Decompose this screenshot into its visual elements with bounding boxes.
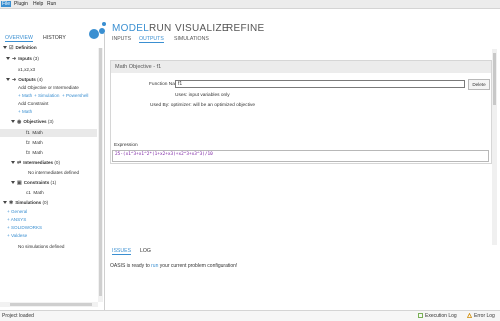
tree-constraints[interactable]: ▣ Constraints (1) bbox=[11, 180, 56, 186]
tab-overview[interactable]: OVERVIEW bbox=[5, 35, 33, 42]
add-valdese-link[interactable]: + Valdese bbox=[7, 233, 27, 238]
collapse-icon bbox=[6, 57, 10, 61]
scrollbar-thumb[interactable] bbox=[493, 53, 496, 105]
error-log-icon[interactable] bbox=[467, 313, 472, 318]
gear-icon: ✱ bbox=[9, 200, 14, 206]
no-intermediates-text: No intermediates defined bbox=[28, 170, 80, 175]
output-arrow-icon: ➜ bbox=[12, 77, 17, 83]
add-math-link[interactable]: + Math bbox=[18, 93, 32, 98]
swap-icon: ⇄ bbox=[17, 160, 22, 166]
expression-text[interactable]: 25-(x1^3+x1^2*(1+x2+x3)+x2^3+x3^3)/10 bbox=[115, 152, 213, 157]
checklist-icon: ☑ bbox=[9, 45, 14, 51]
input-arrow-icon: ➜ bbox=[12, 56, 17, 62]
tab-outputs[interactable]: OUTPUTS bbox=[139, 36, 164, 43]
execution-log-button[interactable]: Execution Log bbox=[425, 313, 457, 319]
tree-inputs[interactable]: ➜ Inputs (3) bbox=[6, 56, 39, 62]
tree-intermediates[interactable]: ⇄ Intermediates (0) bbox=[11, 160, 60, 166]
nav-model[interactable]: MODEL bbox=[112, 23, 149, 34]
main-vertical-scrollbar[interactable] bbox=[492, 49, 497, 245]
collapse-icon bbox=[6, 78, 10, 82]
expression-editor[interactable]: 25-(x1^3+x1^2*(1+x2+x3)+x2^3+x3^3)/10 bbox=[112, 150, 489, 162]
add-ansys-link[interactable]: + ANSYS bbox=[7, 217, 26, 222]
tab-inputs[interactable]: INPUTS bbox=[112, 36, 131, 42]
used-by-text: Used By: optimizer: will be an optimized… bbox=[150, 103, 256, 108]
menu-bar: File Plugin Help Run bbox=[0, 0, 500, 9]
add-constraint-math-link[interactable]: + Math bbox=[18, 109, 32, 114]
nav-visualize[interactable]: VISUALIZE bbox=[175, 23, 229, 34]
add-powershell-link[interactable]: + Powershell bbox=[62, 93, 88, 98]
panel-header: Math Objective - f1 bbox=[111, 61, 491, 73]
sidebar-horizontal-scrollbar[interactable] bbox=[0, 302, 98, 307]
inputs-variables: x1,x2,x3 bbox=[18, 67, 36, 72]
add-simulation-link[interactable]: + Simulation bbox=[34, 93, 59, 98]
panel-title: Math Objective - f1 bbox=[115, 64, 162, 70]
nav-run[interactable]: RUN bbox=[149, 23, 172, 34]
tree-definition[interactable]: ☑ Definition bbox=[3, 45, 37, 51]
function-name-input[interactable]: f1 bbox=[175, 80, 465, 88]
scrollbar-thumb[interactable] bbox=[99, 48, 102, 296]
no-simulations-text: No simulations defined bbox=[18, 244, 65, 249]
sidebar-vertical-scrollbar[interactable] bbox=[98, 48, 103, 302]
add-constraint-label: Add Constraint bbox=[18, 101, 49, 106]
ready-message: OASIS is ready to run your current probl… bbox=[110, 263, 238, 269]
menu-help[interactable]: Help bbox=[33, 1, 43, 7]
collapse-icon bbox=[3, 201, 7, 205]
run-link[interactable]: run bbox=[151, 263, 158, 269]
objective-item-f3[interactable]: f3 Math bbox=[26, 150, 43, 155]
constraint-item-c1[interactable]: c1 Math bbox=[26, 190, 44, 195]
objective-item-f2[interactable]: f2 Math bbox=[26, 140, 43, 145]
status-bar: Project loaded Execution Log Error Log bbox=[0, 310, 500, 321]
tree-objectives[interactable]: ◉ Objectives (3) bbox=[11, 119, 54, 125]
tab-issues[interactable]: ISSUES bbox=[112, 248, 132, 255]
tree-simulations[interactable]: ✱ Simulations (0) bbox=[3, 200, 48, 206]
tab-log[interactable]: LOG bbox=[140, 248, 151, 254]
collapse-icon bbox=[11, 161, 15, 165]
add-general-link[interactable]: + General bbox=[7, 209, 27, 214]
selected-row-highlight bbox=[0, 129, 97, 137]
menu-file[interactable]: File bbox=[1, 1, 12, 7]
target-icon: ◉ bbox=[17, 119, 22, 125]
nav-refine[interactable]: REFINE bbox=[226, 23, 264, 34]
constraint-icon: ▣ bbox=[17, 180, 22, 186]
collapse-icon bbox=[11, 120, 15, 124]
expression-label: Expression bbox=[114, 143, 138, 148]
status-text: Project loaded bbox=[2, 313, 34, 319]
execution-log-icon[interactable] bbox=[418, 313, 423, 318]
menu-plugin[interactable]: Plugin bbox=[14, 1, 28, 7]
uses-text: Uses: input variables only bbox=[175, 93, 230, 98]
tab-history[interactable]: HISTORY bbox=[43, 35, 66, 41]
collapse-icon bbox=[11, 181, 15, 185]
menu-run[interactable]: Run bbox=[47, 1, 56, 7]
error-log-button[interactable]: Error Log bbox=[474, 313, 495, 319]
add-objective-label: Add Objective or Intermediate bbox=[18, 85, 79, 90]
collapse-icon bbox=[3, 46, 7, 50]
scrollbar-thumb[interactable] bbox=[10, 303, 92, 306]
objective-item-f1[interactable]: f1 Math bbox=[26, 130, 43, 135]
add-solidworks-link[interactable]: + SOLIDWORKS bbox=[7, 225, 42, 230]
sidebar: OVERVIEW HISTORY ☑ Definition ➜ Inputs (3)… bbox=[0, 33, 105, 310]
delete-button[interactable]: Delete bbox=[468, 79, 490, 90]
tab-simulations[interactable]: SIMULATIONS bbox=[174, 36, 209, 42]
tree-outputs[interactable]: ➜ Outputs (4) bbox=[6, 77, 43, 83]
